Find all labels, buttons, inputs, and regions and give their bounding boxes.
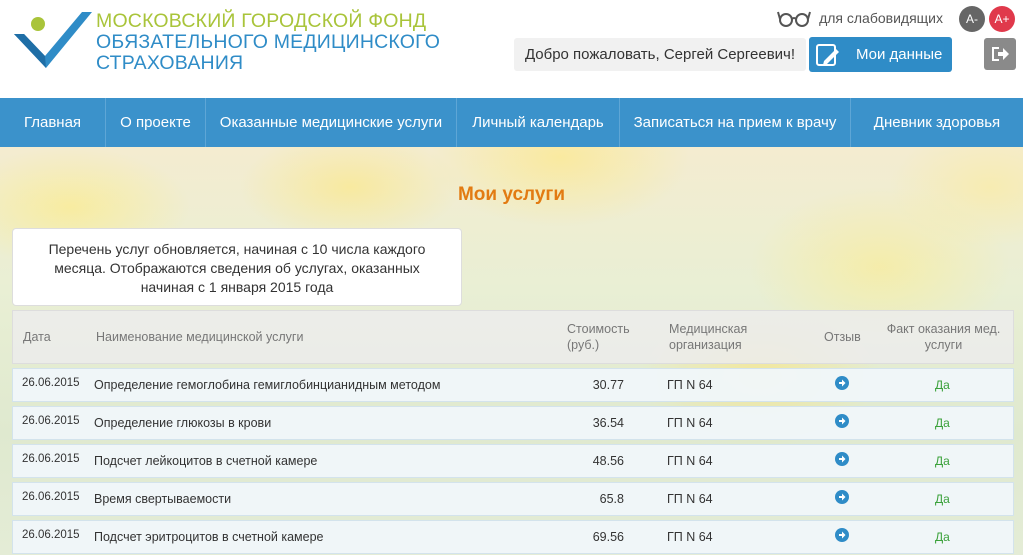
row-service-name: Время свертываемости bbox=[94, 492, 232, 506]
row-cost: 30.77 bbox=[592, 378, 624, 392]
services-table: Дата Наименование медицинской услуги Сто… bbox=[12, 310, 1014, 554]
main-content: Мои услуги Перечень услуг обновляется, н… bbox=[0, 147, 1023, 555]
accessibility-link[interactable]: для слабовидящих bbox=[777, 8, 949, 28]
row-fact: Да bbox=[935, 530, 950, 544]
accessibility-label: для слабовидящих bbox=[819, 10, 943, 26]
row-fact: Да bbox=[935, 416, 950, 430]
table-row: 26.06.2015 Определение гемоглобина гемиг… bbox=[12, 368, 1014, 402]
nav-item-home[interactable]: Главная bbox=[0, 98, 106, 147]
main-navigation: Главная О проекте Оказанные медицинские … bbox=[0, 98, 1023, 147]
nav-item-calendar[interactable]: Личный календарь bbox=[457, 98, 620, 147]
row-cost: 36.54 bbox=[592, 416, 624, 430]
arrow-right-circle-icon[interactable] bbox=[835, 376, 849, 390]
row-organization: ГП N 64 bbox=[667, 416, 713, 430]
nav-item-about[interactable]: О проекте bbox=[106, 98, 206, 147]
edit-profile-icon bbox=[816, 43, 839, 66]
row-organization: ГП N 64 bbox=[667, 454, 713, 468]
row-organization: ГП N 64 bbox=[667, 530, 713, 544]
row-service-name: Подсчет эритроцитов в счетной камере bbox=[94, 530, 324, 544]
table-row: 26.06.2015 Определение глюкозы в крови 3… bbox=[12, 406, 1014, 440]
row-cost: 48.56 bbox=[592, 454, 624, 468]
update-notice: Перечень услуг обновляется, начиная с 10… bbox=[12, 228, 462, 306]
row-cost: 69.56 bbox=[592, 530, 624, 544]
header-cost: Стоимость (руб.) bbox=[567, 322, 630, 352]
my-data-label: Мои данные bbox=[856, 46, 943, 63]
arrow-right-circle-icon[interactable] bbox=[835, 490, 849, 504]
row-cost: 65.8 bbox=[599, 492, 624, 506]
site-header: Московский городской фонд обязательного … bbox=[0, 0, 1023, 98]
header-fact: Факт оказания мед. услуги bbox=[886, 322, 1001, 352]
nav-item-services[interactable]: Оказанные медицинские услуги bbox=[206, 98, 457, 147]
glasses-icon bbox=[777, 11, 812, 27]
header-organization: Медицинская организация bbox=[669, 322, 748, 352]
row-date: 26.06.2015 bbox=[22, 529, 80, 541]
logout-icon bbox=[992, 47, 1009, 61]
logo-line-1: Московский городской фонд bbox=[96, 10, 427, 32]
row-fact: Да bbox=[935, 378, 950, 392]
arrow-right-circle-icon[interactable] bbox=[835, 528, 849, 542]
row-date: 26.06.2015 bbox=[22, 377, 80, 389]
row-organization: ГП N 64 bbox=[667, 378, 713, 392]
arrow-right-circle-icon[interactable] bbox=[835, 452, 849, 466]
table-row: 26.06.2015 Подсчет лейкоцитов в счетной … bbox=[12, 444, 1014, 478]
header-date: Дата bbox=[23, 330, 51, 344]
nav-item-appointment[interactable]: Записаться на прием к врачу bbox=[620, 98, 851, 147]
row-fact: Да bbox=[935, 454, 950, 468]
logout-button[interactable] bbox=[984, 38, 1016, 70]
arrow-right-circle-icon[interactable] bbox=[835, 414, 849, 428]
logo-line-3: страхования bbox=[96, 52, 244, 74]
row-date: 26.06.2015 bbox=[22, 453, 80, 465]
row-date: 26.06.2015 bbox=[22, 415, 80, 427]
row-fact: Да bbox=[935, 492, 950, 506]
my-data-button[interactable]: Мои данные bbox=[809, 37, 952, 72]
welcome-message: Добро пожаловать, Сергей Сергеевич! bbox=[514, 38, 806, 71]
row-service-name: Определение глюкозы в крови bbox=[94, 416, 272, 430]
table-row: 26.06.2015 Время свертываемости 65.8 ГП … bbox=[12, 482, 1014, 516]
table-header: Дата Наименование медицинской услуги Сто… bbox=[12, 310, 1014, 364]
logo-title[interactable]: Московский городской фонд обязательного … bbox=[96, 11, 440, 74]
header-review: Отзыв bbox=[824, 330, 861, 344]
logo-line-2: обязательного медицинского bbox=[96, 31, 441, 53]
checkmark-logo-icon[interactable] bbox=[12, 10, 94, 74]
nav-item-health-diary[interactable]: Дневник здоровья bbox=[851, 98, 1023, 147]
header-service-name: Наименование медицинской услуги bbox=[96, 330, 304, 344]
table-row: 26.06.2015 Подсчет эритроцитов в счетной… bbox=[12, 520, 1014, 554]
row-service-name: Подсчет лейкоцитов в счетной камере bbox=[94, 454, 318, 468]
row-service-name: Определение гемоглобина гемиглобинцианид… bbox=[94, 378, 441, 392]
font-increase-button[interactable]: A+ bbox=[989, 6, 1015, 32]
row-organization: ГП N 64 bbox=[667, 492, 713, 506]
font-decrease-button[interactable]: A- bbox=[959, 6, 985, 32]
page-title: Мои услуги bbox=[457, 184, 566, 205]
row-date: 26.06.2015 bbox=[22, 491, 80, 503]
